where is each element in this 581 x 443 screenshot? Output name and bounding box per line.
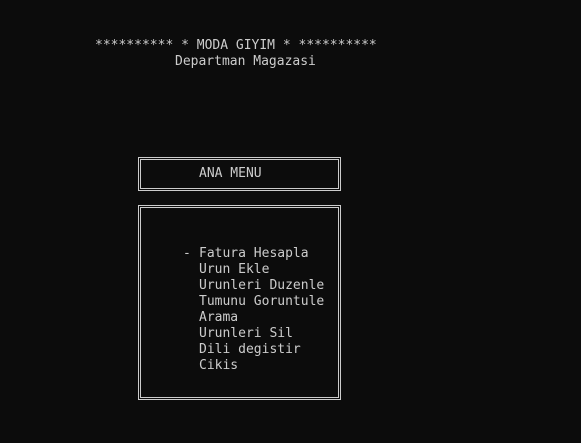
app-title: ********** * MODA GIYIM * ********** (95, 38, 377, 53)
menu-item-arama[interactable]: Arama (183, 310, 324, 326)
menu-item-dili-degistir[interactable]: Dili degistir (183, 342, 324, 358)
menu-item-urun-ekle[interactable]: Urun Ekle (183, 262, 324, 278)
menu-item-label: Urun Ekle (199, 262, 270, 277)
menu-item-urunleri-sil[interactable]: Urunleri Sil (183, 326, 324, 342)
menu-item-label: Arama (199, 310, 239, 325)
selection-marker: - (183, 246, 191, 261)
menu-item-label: Tumunu Goruntule (199, 294, 325, 309)
menu-item-cikis[interactable]: Cikis (183, 358, 324, 374)
main-menu-box: - Fatura Hesapla Urun Ekle Urunleri Duze… (138, 205, 341, 400)
menu-heading-box: ANA MENU (138, 157, 341, 191)
menu-item-label: Urunleri Sil (199, 326, 293, 341)
menu-item-fatura-hesapla[interactable]: - Fatura Hesapla (183, 246, 324, 262)
menu-item-label: Urunleri Duzenle (199, 278, 325, 293)
menu-item-tumunu-goruntule[interactable]: Tumunu Goruntule (183, 294, 324, 310)
menu-item-label: Cikis (199, 358, 239, 373)
main-menu-list: - Fatura Hesapla Urun Ekle Urunleri Duze… (183, 246, 324, 374)
menu-item-label: Fatura Hesapla (199, 246, 309, 261)
app-subtitle: Departman Magazasi (175, 54, 316, 69)
menu-item-label: Dili degistir (199, 342, 301, 357)
menu-item-urunleri-duzenle[interactable]: Urunleri Duzenle (183, 278, 324, 294)
menu-heading: ANA MENU (199, 166, 262, 181)
